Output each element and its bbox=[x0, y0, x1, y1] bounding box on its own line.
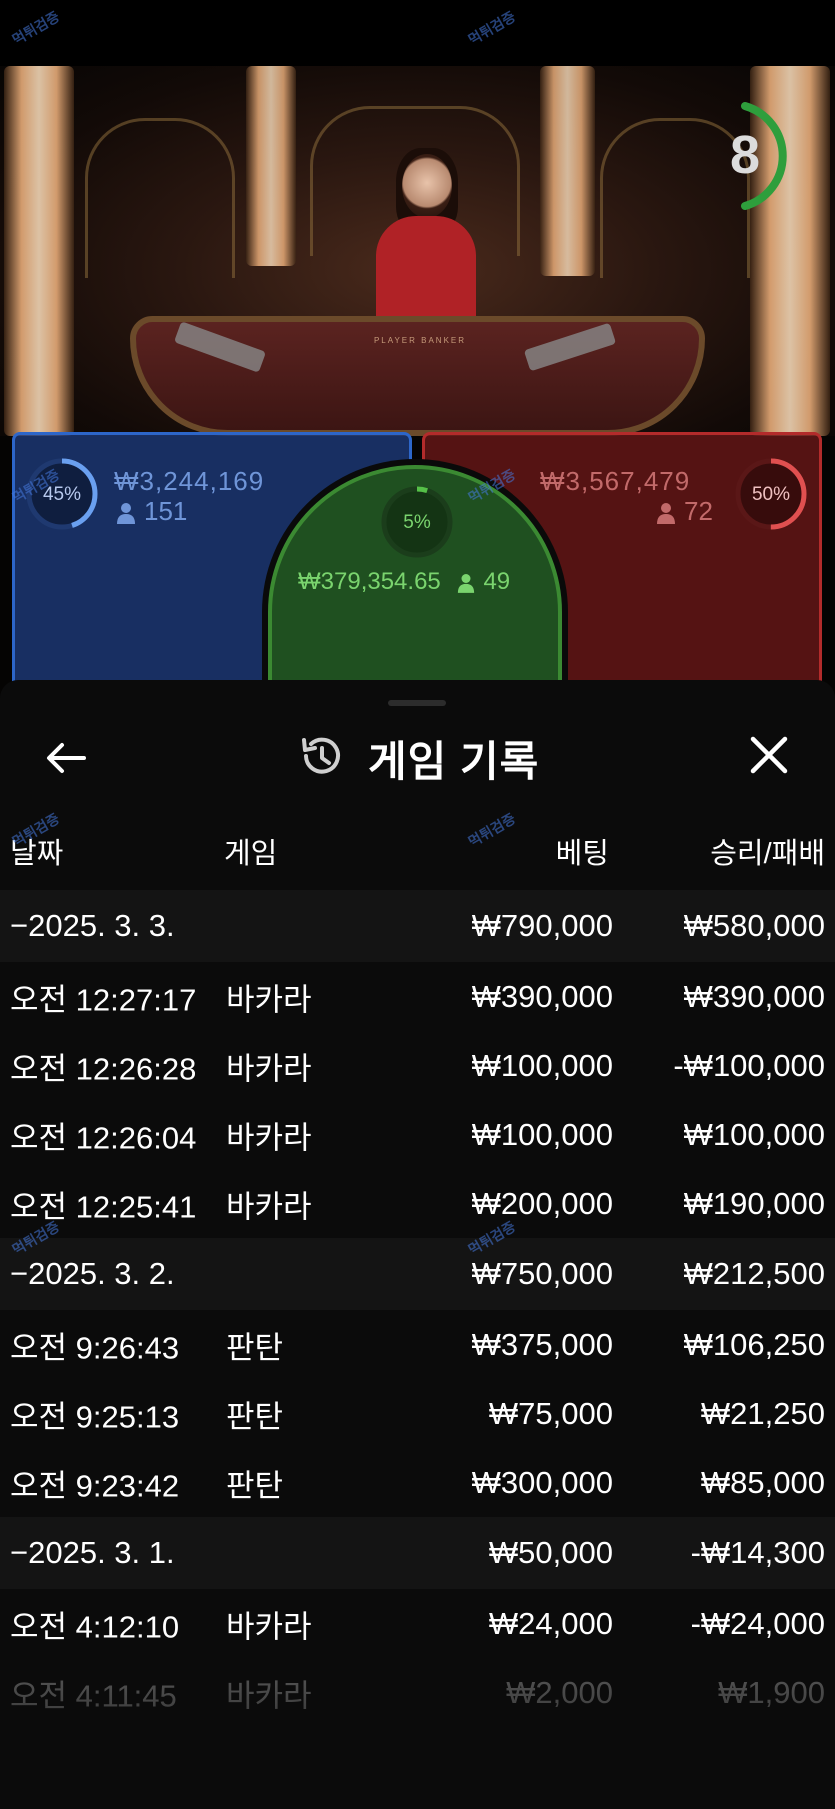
row-win-loss: ₩106,250 bbox=[683, 1326, 825, 1362]
pillar-decor bbox=[540, 66, 595, 276]
row-bet: ₩50,000 bbox=[488, 1535, 613, 1570]
row-game: 판탄 bbox=[226, 1399, 284, 1434]
row-win-loss: ₩580,000 bbox=[683, 908, 825, 943]
row-date: 오전 12:25:41 bbox=[10, 1189, 197, 1224]
row-game: 바카라 bbox=[226, 1609, 312, 1644]
arch-decor bbox=[85, 118, 235, 278]
history-row[interactable]: 오전 12:27:17 바카라 ₩390,000 ₩390,000 bbox=[0, 962, 835, 1031]
tie-total-amount: ₩379,354.65 bbox=[298, 568, 441, 595]
row-win-loss: -₩24,000 bbox=[690, 1605, 825, 1641]
person-icon bbox=[458, 573, 475, 593]
row-bet: ₩24,000 bbox=[488, 1605, 613, 1641]
row-win-loss: ₩390,000 bbox=[683, 978, 825, 1014]
row-bet: ₩300,000 bbox=[471, 1464, 613, 1500]
column-header-win-loss: 승리/패배 bbox=[710, 838, 825, 870]
banker-count: 72 bbox=[656, 496, 713, 527]
history-table-body: −2025. 3. 3. ₩790,000 ₩580,000 오전 12:27:17 바… bbox=[0, 890, 835, 1727]
history-row[interactable]: 오전 12:26:04 바카라 ₩100,000 ₩100,000 bbox=[0, 1100, 835, 1169]
history-row[interactable]: 오전 9:25:13 판탄 ₩75,000 ₩21,250 bbox=[0, 1379, 835, 1448]
countdown-number: 8 bbox=[729, 125, 761, 185]
table-print: PLAYER BANKER bbox=[373, 336, 467, 345]
dealer-face bbox=[402, 154, 452, 218]
scroll-fade bbox=[0, 1649, 835, 1809]
date-group-row[interactable]: −2025. 3. 1. ₩50,000 -₩14,300 bbox=[0, 1517, 835, 1589]
row-win-loss: ₩85,000 bbox=[700, 1464, 825, 1500]
player-total-amount: ₩3,244,169 bbox=[114, 466, 265, 496]
history-row[interactable]: 오전 12:25:41 바카라 ₩200,000 ₩190,000 bbox=[0, 1169, 835, 1238]
row-date: 오전 12:27:17 bbox=[10, 982, 197, 1017]
row-game: 바카라 bbox=[226, 1120, 312, 1155]
row-game: 판탄 bbox=[226, 1330, 284, 1365]
date-group-row[interactable]: −2025. 3. 2. ₩750,000 ₩212,500 bbox=[0, 1238, 835, 1310]
pillar-decor bbox=[4, 66, 74, 436]
game-history-sheet: 게임 기록 날짜 게임 베팅 승리/패배 −2025. 3. 3. ₩790,00… bbox=[0, 680, 835, 1809]
column-header-game: 게임 bbox=[224, 838, 278, 870]
tie-percent-label: 5% bbox=[403, 512, 431, 533]
history-row[interactable]: 오전 12:26:28 바카라 ₩100,000 -₩100,000 bbox=[0, 1031, 835, 1100]
row-win-loss: ₩21,250 bbox=[700, 1395, 825, 1431]
row-bet: ₩100,000 bbox=[471, 1116, 613, 1152]
row-date: 오전 4:12:10 bbox=[10, 1609, 180, 1644]
history-row[interactable]: 오전 9:23:42 판탄 ₩300,000 ₩85,000 bbox=[0, 1448, 835, 1517]
row-bet: ₩375,000 bbox=[471, 1326, 613, 1362]
row-win-loss: ₩212,500 bbox=[683, 1256, 825, 1291]
row-date: −2025. 3. 2. bbox=[10, 1256, 175, 1291]
person-icon bbox=[657, 503, 675, 525]
pillar-decor bbox=[246, 66, 296, 266]
row-game: 바카라 bbox=[226, 982, 312, 1017]
tie-count-value: 49 bbox=[483, 568, 511, 595]
banker-percent-label: 50% bbox=[751, 484, 791, 505]
history-icon bbox=[302, 737, 340, 774]
close-icon[interactable] bbox=[746, 732, 792, 778]
tie-summary: ₩379,354.65 49 bbox=[298, 568, 510, 596]
back-arrow-icon[interactable] bbox=[44, 736, 88, 780]
table-header: 날짜 게임 베팅 승리/패배 bbox=[0, 830, 835, 880]
banker-count-value: 72 bbox=[684, 496, 713, 526]
top-bar bbox=[0, 0, 835, 66]
player-count-value: 151 bbox=[144, 496, 188, 526]
row-win-loss: ₩100,000 bbox=[683, 1116, 825, 1152]
row-date: 오전 9:26:43 bbox=[10, 1330, 180, 1365]
row-win-loss: -₩14,300 bbox=[690, 1535, 825, 1570]
dealer-video: PLAYER BANKER bbox=[0, 66, 835, 436]
live-game-view: PLAYER BANKER 8 45% ₩3,244,169 151 50% ₩… bbox=[0, 0, 835, 700]
row-bet: ₩100,000 bbox=[471, 1047, 613, 1083]
history-row[interactable]: 오전 4:12:10 바카라 ₩24,000 -₩24,000 bbox=[0, 1589, 835, 1658]
banker-total-amount: ₩3,567,479 bbox=[540, 466, 691, 496]
row-bet: ₩390,000 bbox=[471, 978, 613, 1014]
row-date: 오전 9:23:42 bbox=[10, 1468, 180, 1503]
person-icon bbox=[117, 503, 135, 525]
row-game: 바카라 bbox=[226, 1051, 312, 1086]
column-header-bet: 베팅 bbox=[555, 838, 609, 870]
row-win-loss: ₩190,000 bbox=[683, 1185, 825, 1221]
player-count: 151 bbox=[116, 496, 187, 527]
row-game: 판탄 bbox=[226, 1468, 284, 1503]
row-date: −2025. 3. 1. bbox=[10, 1535, 175, 1570]
row-game: 바카라 bbox=[226, 1189, 312, 1224]
row-bet: ₩75,000 bbox=[488, 1395, 613, 1431]
sheet-title: 게임 기록 bbox=[368, 738, 540, 785]
row-date: 오전 12:26:04 bbox=[10, 1120, 197, 1155]
sheet-drag-handle[interactable] bbox=[388, 700, 446, 706]
row-win-loss: -₩100,000 bbox=[673, 1047, 825, 1083]
row-bet: ₩200,000 bbox=[471, 1185, 613, 1221]
row-date: 오전 9:25:13 bbox=[10, 1399, 180, 1434]
history-row[interactable]: 오전 9:26:43 판탄 ₩375,000 ₩106,250 bbox=[0, 1310, 835, 1379]
row-bet: ₩790,000 bbox=[471, 908, 613, 943]
row-date: −2025. 3. 3. bbox=[10, 908, 175, 943]
row-date: 오전 12:26:28 bbox=[10, 1051, 197, 1086]
row-bet: ₩750,000 bbox=[471, 1256, 613, 1291]
date-group-row[interactable]: −2025. 3. 3. ₩790,000 ₩580,000 bbox=[0, 890, 835, 962]
dealer-body bbox=[376, 216, 476, 326]
